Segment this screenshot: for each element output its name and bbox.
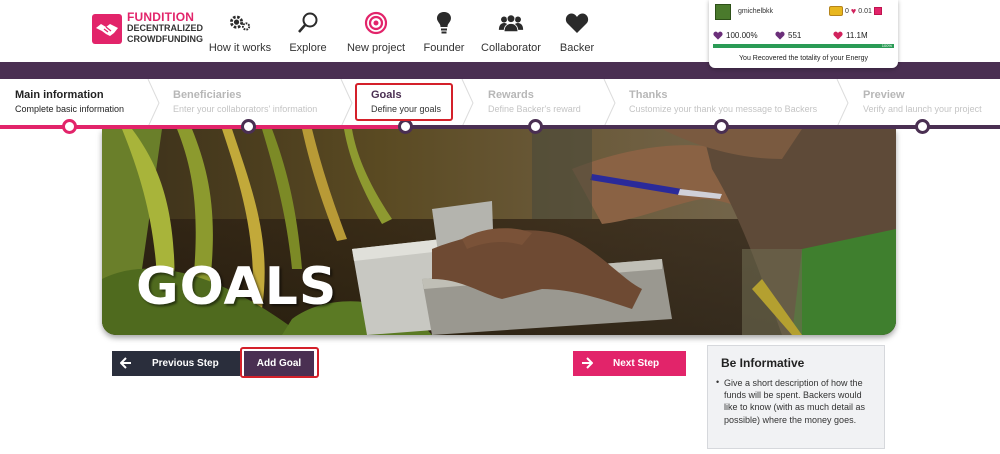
step-subtitle: Complete basic information bbox=[15, 104, 125, 114]
nav-explore[interactable]: Explore bbox=[279, 10, 337, 54]
step-dot-beneficiaries[interactable] bbox=[241, 119, 256, 134]
step-subtitle: Verify and launch your project bbox=[863, 104, 982, 114]
step-dot-thanks[interactable] bbox=[714, 119, 729, 134]
logo-line1: FUNDITION bbox=[127, 10, 195, 24]
stepper: Main information Complete basic informat… bbox=[0, 79, 1000, 127]
arrow-left-icon bbox=[120, 357, 131, 369]
step-title: Preview bbox=[863, 89, 905, 101]
flag-icon bbox=[873, 7, 882, 15]
step-separator bbox=[603, 79, 616, 127]
site-header: FUNDITION DECENTRALIZED CROWDFUNDING How… bbox=[0, 0, 1000, 68]
gears-icon bbox=[227, 10, 253, 36]
stat-power: 11.1M bbox=[833, 31, 868, 40]
tip-text: Give a short description of how the fund… bbox=[724, 378, 866, 425]
energy-message: You Recovered the totality of your Energ… bbox=[739, 55, 868, 62]
heart-value: 0.01 bbox=[858, 7, 872, 15]
energy-bar: 100% bbox=[713, 43, 894, 48]
progress-track-done bbox=[0, 125, 405, 129]
user-stats: 100.00% 551 11.1M bbox=[713, 31, 868, 40]
votes-value: 551 bbox=[788, 31, 802, 40]
search-icon bbox=[295, 10, 321, 36]
coin-count: 0 bbox=[845, 7, 849, 15]
energy-percent: 100% bbox=[881, 43, 892, 48]
heart-icon bbox=[713, 31, 723, 40]
next-step-label: Next Step bbox=[613, 358, 660, 369]
step-dot-main-information[interactable] bbox=[62, 119, 77, 134]
step-subtitle: Enter your collaborators' information bbox=[173, 104, 318, 114]
step-dot-goals[interactable] bbox=[398, 119, 413, 134]
nav-label: Backer bbox=[559, 42, 595, 54]
heart-icon bbox=[775, 31, 785, 40]
heart-icon bbox=[564, 10, 590, 36]
heart-icon: ♥ bbox=[850, 6, 857, 16]
hero-title: GOALS bbox=[136, 257, 338, 317]
nav-label: How it works bbox=[208, 42, 272, 54]
step-separator bbox=[461, 79, 474, 127]
step-dot-preview[interactable] bbox=[915, 119, 930, 134]
nav-label: Explore bbox=[289, 42, 327, 54]
previous-step-button[interactable]: Previous Step bbox=[112, 351, 240, 376]
previous-step-label: Previous Step bbox=[152, 358, 219, 369]
nav-label: New project bbox=[346, 42, 406, 54]
goals-hero-image: GOALS bbox=[102, 129, 896, 335]
power-value: 11.1M bbox=[846, 31, 868, 40]
tip-title: Be Informative bbox=[721, 356, 805, 370]
logo-line2: DECENTRALIZED bbox=[127, 23, 203, 33]
step-subtitle: Customize your thank you message to Back… bbox=[629, 104, 818, 114]
arrow-right-icon bbox=[582, 357, 593, 369]
step-title: Main information bbox=[15, 89, 104, 101]
stat-votes: 551 bbox=[775, 31, 833, 40]
lightbulb-icon bbox=[431, 10, 457, 36]
fundition-logo[interactable]: FUNDITION DECENTRALIZED CROWDFUNDING bbox=[92, 10, 203, 45]
nav-founder[interactable]: Founder bbox=[418, 10, 470, 54]
nav-label: Collaborator bbox=[481, 42, 541, 54]
step-separator bbox=[147, 79, 160, 127]
tip-box: Be Informative • Give a short descriptio… bbox=[707, 345, 885, 449]
nav-collaborator[interactable]: Collaborator bbox=[480, 10, 542, 54]
avatar[interactable] bbox=[715, 4, 731, 20]
treasure-chest-icon bbox=[829, 6, 843, 16]
target-icon bbox=[363, 10, 389, 36]
handshake-icon bbox=[92, 13, 122, 44]
progress-track-remaining bbox=[405, 125, 1000, 129]
username[interactable]: gmichelbkk bbox=[738, 8, 773, 15]
nav-label: Founder bbox=[423, 42, 465, 54]
logo-text: FUNDITION DECENTRALIZED CROWDFUNDING bbox=[127, 10, 203, 45]
step-title: Rewards bbox=[488, 89, 534, 101]
user-card[interactable]: gmichelbkk 0 ♥ 0.01 100.00% 551 11.1M 10… bbox=[709, 0, 898, 68]
group-icon bbox=[498, 10, 524, 36]
nav-backer[interactable]: Backer bbox=[552, 10, 602, 54]
add-goal-highlight bbox=[240, 347, 319, 378]
step-separator bbox=[340, 79, 353, 127]
heart-icon bbox=[833, 31, 843, 40]
next-step-button[interactable]: Next Step bbox=[573, 351, 686, 376]
step-separator bbox=[836, 79, 849, 127]
current-step-highlight bbox=[355, 83, 453, 121]
percent-value: 100.00% bbox=[726, 31, 758, 40]
wallet-summary: 0 ♥ 0.01 bbox=[829, 6, 882, 16]
step-title: Beneficiaries bbox=[173, 89, 242, 101]
bullet: • bbox=[716, 377, 720, 387]
nav-new-project[interactable]: New project bbox=[343, 10, 409, 54]
nav-how-it-works[interactable]: How it works bbox=[206, 10, 274, 54]
logo-line3: CROWDFUNDING bbox=[127, 34, 203, 44]
step-subtitle: Define Backer's reward bbox=[488, 104, 581, 114]
step-dot-rewards[interactable] bbox=[528, 119, 543, 134]
step-title: Thanks bbox=[629, 89, 668, 101]
stat-percent: 100.00% bbox=[713, 31, 775, 40]
main-nav: How it works Explore New project Founder… bbox=[206, 10, 602, 54]
